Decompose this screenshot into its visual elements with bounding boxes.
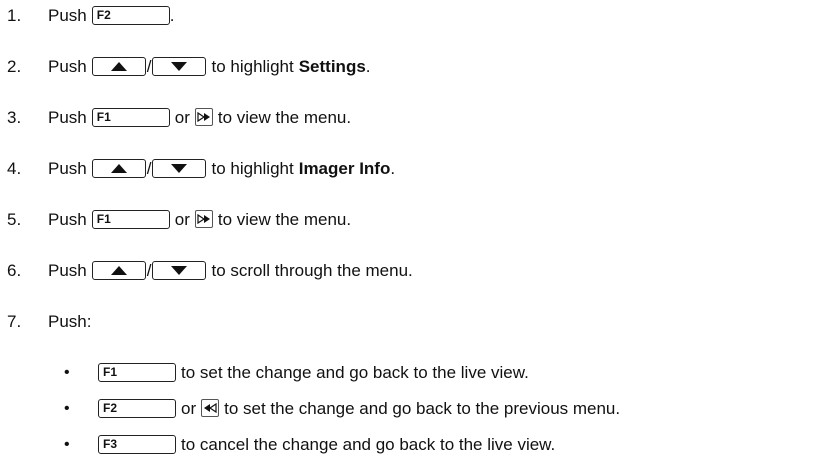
up-arrow-key [91,260,146,280]
key-label: F1 [96,212,111,226]
step-number: 7. [7,312,22,331]
bullet-text: or [181,399,197,418]
f1-key: F1 [98,362,176,382]
step-bold-text: Settings [298,57,366,76]
up-arrow-icon [110,61,127,71]
step-text: Push [48,57,87,76]
key-label: F2 [96,8,111,22]
step-number: 5. [7,210,22,229]
key-label: F1 [103,365,118,379]
step-text: . [365,57,371,76]
bullet-mark: • [64,436,70,453]
up-arrow-key [91,56,146,76]
down-arrow-key [152,158,207,178]
key-separator: / [146,159,152,178]
bullet-mark: • [64,364,70,381]
step-number: 6. [7,261,22,280]
up-arrow-icon [110,265,127,275]
step-text: Push [48,6,87,25]
down-arrow-key [152,56,207,76]
step-text: or [174,108,190,127]
f1-key: F1 [91,107,170,127]
step-number: 2. [7,57,22,76]
key-label: F2 [103,401,118,415]
bullet-text: to set the change and go back to the liv… [181,363,529,382]
forward-icon [197,112,210,122]
step-number: 3. [7,108,22,127]
down-arrow-icon [171,163,188,173]
down-arrow-key [152,260,207,280]
step-text: Push: [48,312,92,331]
bullet-text: to set the change and go back to the pre… [224,399,621,418]
up-arrow-key [91,158,146,178]
back-key [201,399,220,417]
step-number: 1. [7,6,22,25]
step-text: to highlight [211,159,294,178]
forward-key [194,108,213,126]
key-label: F1 [96,110,111,124]
step-text: . [390,159,396,178]
down-arrow-icon [171,61,188,71]
step-text: Push [48,159,87,178]
up-arrow-icon [110,163,127,173]
step-bold-text: Imager Info [298,159,391,178]
forward-icon [197,214,210,224]
key-label: F3 [103,437,118,451]
f2-key: F2 [98,398,176,418]
step-text: Push [48,261,87,280]
bullet-mark: • [64,400,70,417]
bullet-text: to cancel the change and go back to the … [181,435,556,454]
back-icon [204,403,217,413]
step-number: 4. [7,159,22,178]
step-text: or [174,210,190,229]
step-text: to highlight [211,57,294,76]
step-text: Push [48,108,87,127]
step-text: . [169,6,175,25]
f3-key: F3 [98,434,176,454]
forward-key [194,210,213,228]
f2-key: F2 [91,5,170,25]
step-text: to view the menu. [217,108,352,127]
down-arrow-icon [171,265,188,275]
key-separator: / [146,261,152,280]
f1-key: F1 [91,209,170,229]
step-text: to scroll through the menu. [211,261,413,280]
key-separator: / [146,57,152,76]
step-text: Push [48,210,87,229]
step-text: to view the menu. [217,210,352,229]
